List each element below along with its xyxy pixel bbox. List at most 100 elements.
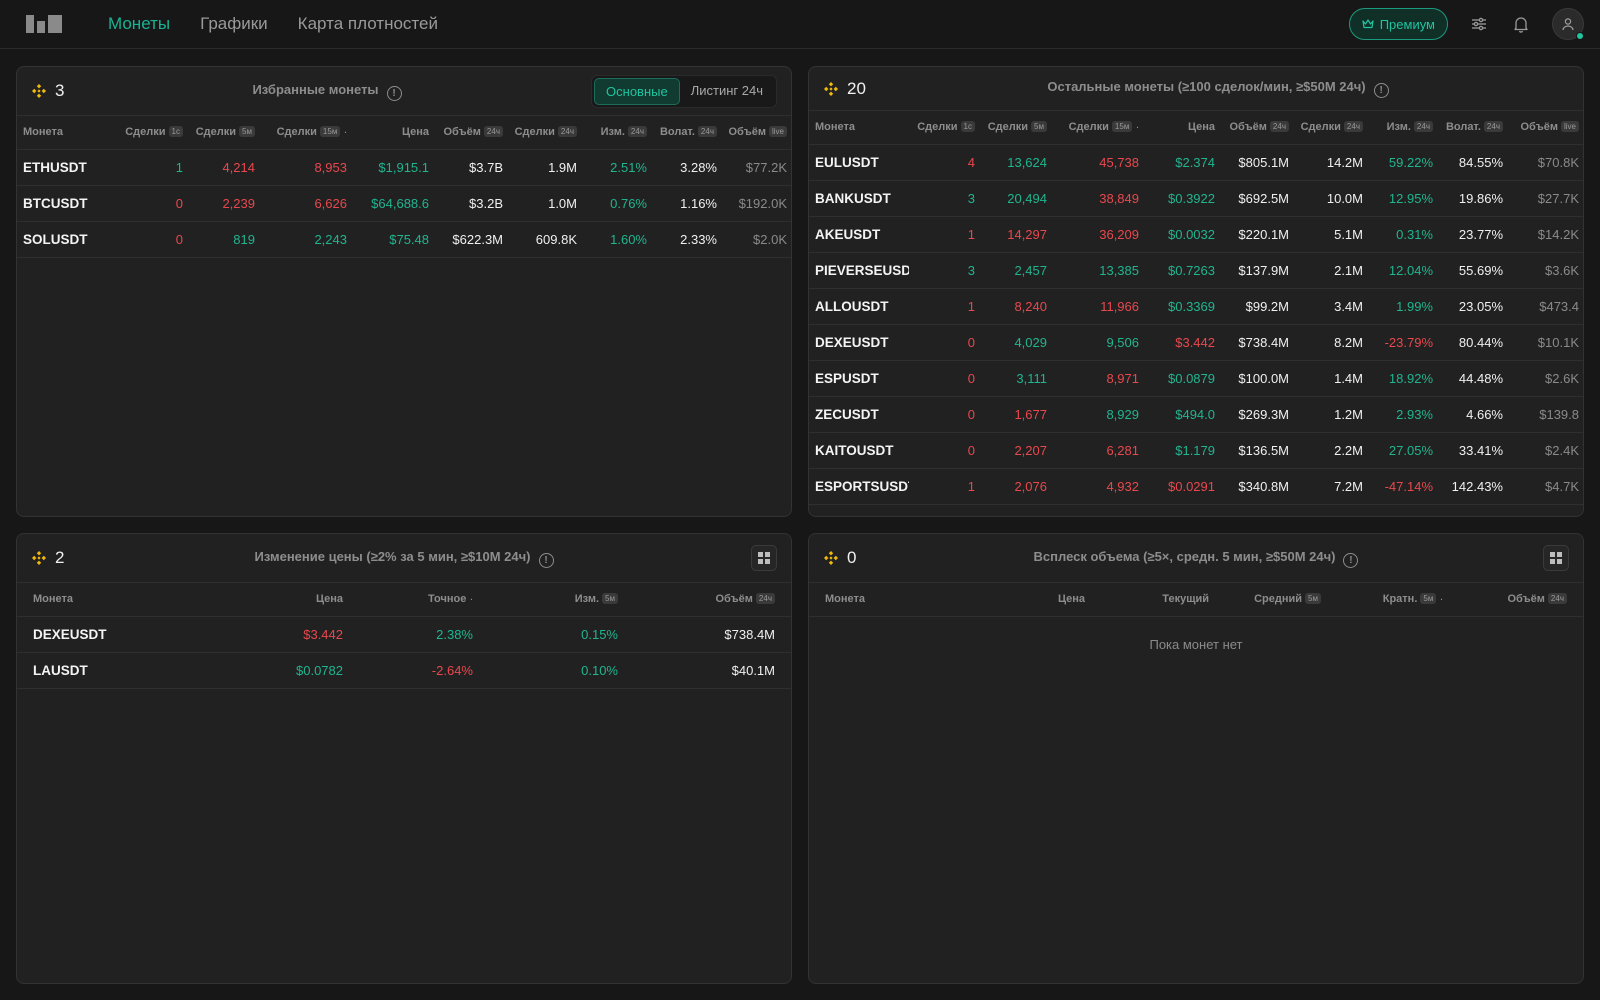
column-header[interactable]: Цена [1143,111,1219,145]
online-status-dot [1576,32,1584,40]
table-cell: 3.28% [651,149,721,186]
grid-view-button[interactable] [751,545,777,571]
column-header[interactable]: Цена [989,583,1089,617]
column-header[interactable]: Волат. 24ч [1437,111,1507,145]
table-cell: 1 [909,288,979,325]
coin-symbol: LAUSDT [17,652,207,689]
user-avatar[interactable] [1552,8,1584,40]
table-row[interactable]: ZECUSDT 0 1,677 8,929 $494.0 $269.3M 1.2M 2.93%… [809,396,1583,433]
notifications-button[interactable] [1510,13,1532,35]
table-row[interactable]: LAUSDT $0.0782 -2.64% 0.10% $40.1M [17,652,791,689]
column-header[interactable]: Сделки 1с [909,111,979,145]
nav-density-map[interactable]: Карта плотностей [298,14,438,34]
timeframe-tag: live [1560,121,1579,133]
table-row[interactable]: ESPORTSUSDT 1 2,076 4,932 $0.0291 $340.8M 7.2M… [809,468,1583,505]
sort-indicator-icon: · [1136,123,1139,133]
timeframe-tag: 15м [1111,121,1133,133]
grid-view-button[interactable] [1543,545,1569,571]
premium-button[interactable]: Премиум [1348,8,1448,40]
favorites-tabs: Основные Листинг 24ч [591,74,777,108]
table-cell: $4.7K [1507,468,1583,505]
column-header[interactable]: Изм. 5м [477,583,622,617]
column-header[interactable]: Объём 24ч [433,116,507,150]
info-icon[interactable]: ! [1373,83,1389,98]
column-header[interactable]: Изм. 24ч [581,116,651,150]
column-header[interactable]: Цена [207,583,347,617]
column-header[interactable]: Сделки 15м · [259,116,351,150]
table-row[interactable]: KAITOUSDT 0 2,207 6,281 $1.179 $136.5M 2.2M 27.… [809,432,1583,469]
column-header-label: Монета [825,593,866,606]
column-header[interactable]: Сделки 5м [187,116,259,150]
table-cell: $70.8K [1507,144,1583,181]
column-header[interactable]: Монета [809,583,989,617]
tab-main[interactable]: Основные [594,77,680,105]
coin-symbol: BANKUSDT [809,180,909,217]
settings-button[interactable] [1468,13,1490,35]
table-row[interactable]: PIEVERSEUSDT 3 2,457 13,385 $0.7263 $137.9M 2.… [809,252,1583,289]
table-cell: 14.2M [1293,144,1367,181]
table-row[interactable]: ETHUSDT 1 4,214 8,953 $1,915.1 $3.7B 1.9M 2.51%… [17,149,791,186]
table-cell: $136.5M [1219,432,1293,469]
column-header[interactable]: Монета [809,111,909,145]
column-header[interactable]: Монета [17,116,113,150]
coin-symbol: BTCUSDT [17,185,113,222]
column-header[interactable]: Точное · [347,583,477,617]
table-row[interactable]: AKEUSDT 1 14,297 36,209 $0.0032 $220.1M 5.1M 0.… [809,216,1583,253]
tab-listing-24h[interactable]: Листинг 24ч [680,78,774,105]
table-cell: 8,240 [979,288,1051,325]
table-row[interactable]: ESPUSDT 0 3,111 8,971 $0.0879 $100.0M 1.4M 18.9… [809,360,1583,397]
table-cell: $192.0K [721,185,791,222]
column-header[interactable]: Монета [17,583,207,617]
column-header[interactable]: Объём live [1507,111,1583,145]
table-row[interactable]: DEXEUSDT $3.442 2.38% 0.15% $738.4M [17,616,791,653]
info-icon[interactable]: ! [386,85,402,101]
table-cell: 9,506 [1051,324,1143,361]
table-cell: $0.7263 [1143,252,1219,289]
column-header[interactable]: Сделки 24ч [507,116,581,150]
info-icon[interactable]: ! [1343,552,1359,568]
column-header[interactable]: Сделки 1с [113,116,187,150]
column-header[interactable]: Сделки 5м [979,111,1051,145]
column-header[interactable]: Цена [351,116,433,150]
table-row[interactable]: SOLUSDT 0 819 2,243 $75.48 $622.3M 609.8K 1.60%… [17,221,791,258]
column-header[interactable]: Кратн. 5м · [1325,583,1447,617]
table-row[interactable]: DEXEUSDT 0 4,029 9,506 $3.442 $738.4M 8.2M -23.… [809,324,1583,361]
other-coins-header: 20 Остальные монеты (≥100 сделок/мин, ≥$… [809,67,1583,111]
column-header[interactable]: Волат. 24ч [651,116,721,150]
column-header[interactable]: Средний 5м [1213,583,1325,617]
column-header[interactable]: Сделки 15м · [1051,111,1143,145]
table-cell: 0 [909,360,979,397]
column-header-label: Сделки [514,126,555,139]
table-cell: $340.8M [1219,468,1293,505]
column-header[interactable]: Объём 24ч [1219,111,1293,145]
table-cell: $2.374 [1143,144,1219,181]
table-cell: 4,932 [1051,468,1143,505]
column-header[interactable]: Объём live [721,116,791,150]
table-row[interactable]: ALLOUSDT 1 8,240 11,966 $0.3369 $99.2M 3.4M 1.9… [809,288,1583,325]
column-header-label: Объём [728,126,766,139]
nav-coins[interactable]: Монеты [108,14,170,34]
timeframe-tag: 24ч [1547,593,1567,605]
column-header[interactable]: Сделки 24ч [1293,111,1367,145]
other-coins-table: Монета Сделки 1с Сделки 5м Сделки 15м · Цена Объё… [809,111,1583,505]
favorites-panel: 3 Избранные монеты! Основные Листинг 24ч… [16,66,792,517]
table-cell: $2.4K [1507,432,1583,469]
nav-charts[interactable]: Графики [200,14,268,34]
table-cell: $99.2M [1219,288,1293,325]
table-row[interactable]: BTCUSDT 0 2,239 6,626 $64,688.6 $3.2B 1.0M 0.76… [17,185,791,222]
table-cell: 1.16% [651,185,721,222]
table-row[interactable]: EULUSDT 4 13,624 45,738 $2.374 $805.1M 14.2M 59… [809,144,1583,181]
column-header[interactable]: Объём 24ч [622,583,791,617]
table-cell: 6,281 [1051,432,1143,469]
table-row[interactable]: BANKUSDT 3 20,494 38,849 $0.3922 $692.5M 10.0M… [809,180,1583,217]
column-header[interactable]: Текущий [1089,583,1213,617]
table-cell: 3,111 [979,360,1051,397]
column-header[interactable]: Изм. 24ч [1367,111,1437,145]
table-cell: $64,688.6 [351,185,433,222]
logo[interactable] [26,15,62,33]
timeframe-tag: 24ч [1269,121,1289,133]
column-header-label: Волат. [1445,121,1481,134]
table-cell: 0.76% [581,185,651,222]
column-header[interactable]: Объём 24ч [1447,583,1583,617]
info-icon[interactable]: ! [538,552,554,568]
